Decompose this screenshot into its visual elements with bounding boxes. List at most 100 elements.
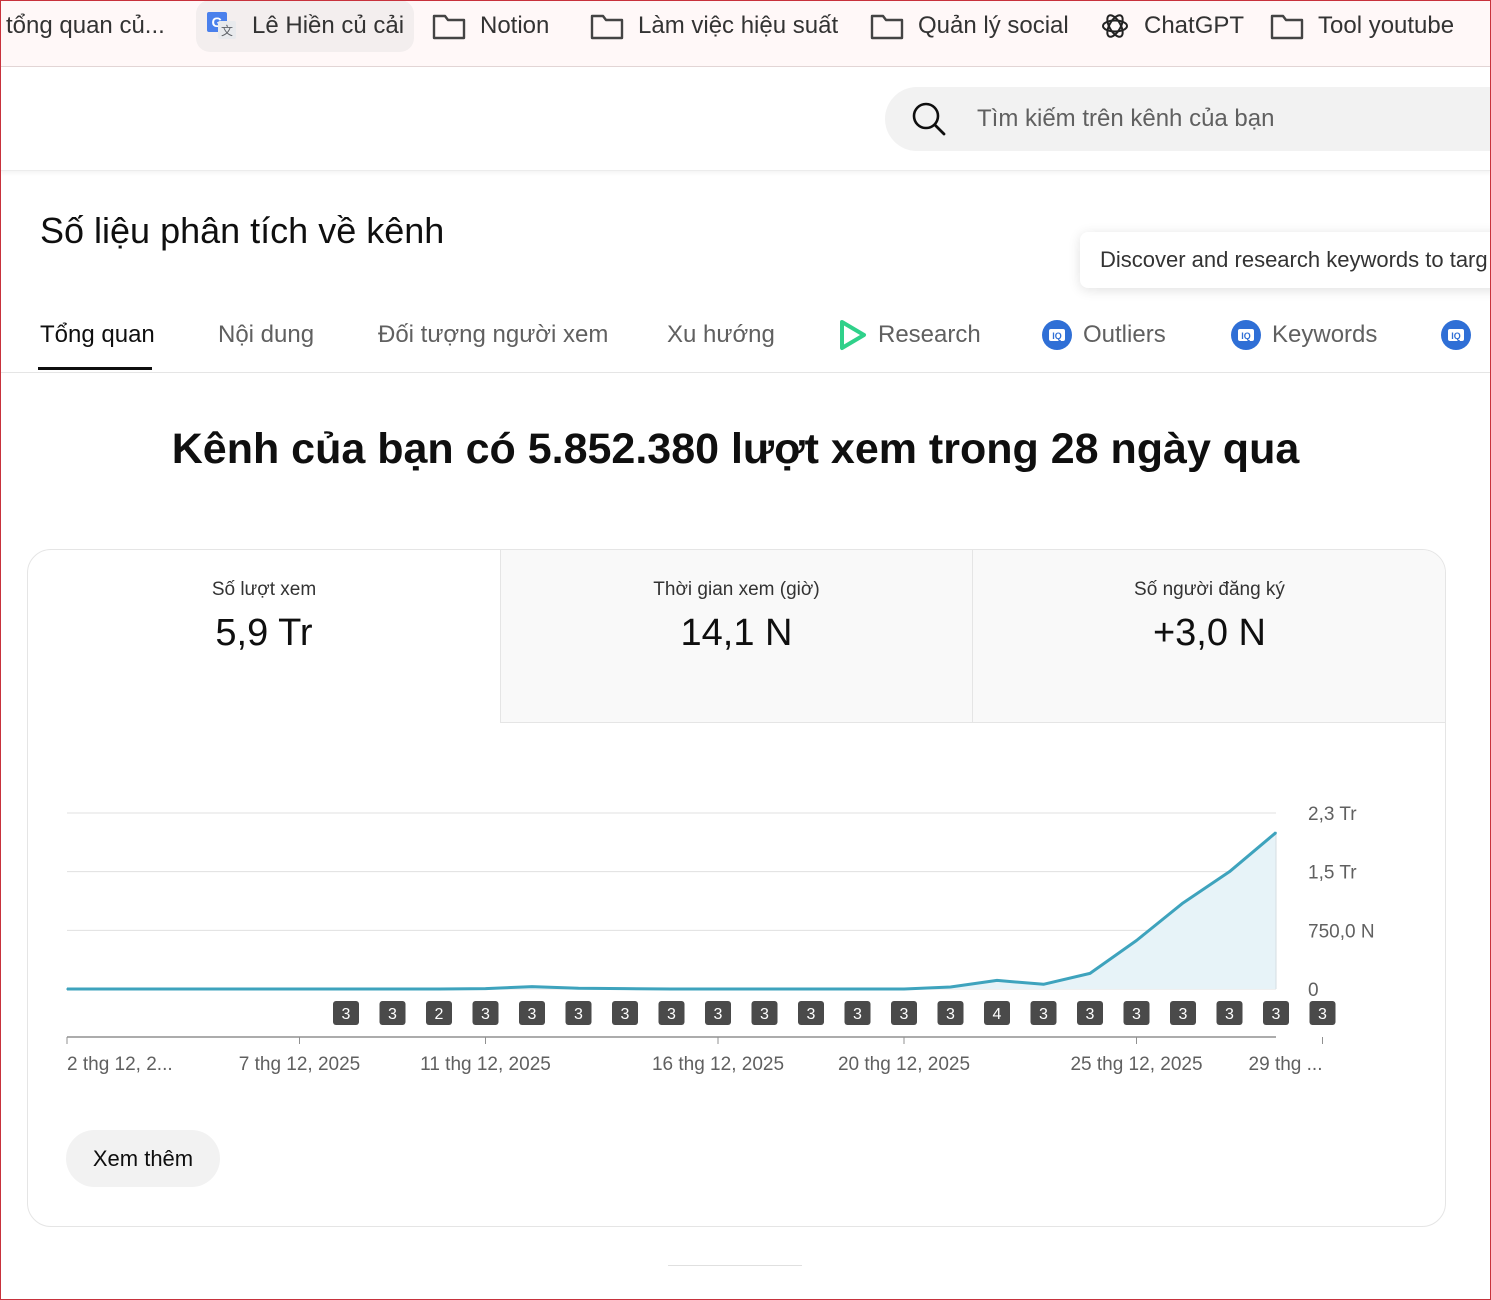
tab-label: Nội dung (218, 321, 315, 348)
x-tick-label: 16 thg 12, 2025 (652, 1054, 784, 1075)
folder-icon (590, 12, 624, 40)
bookmark-quan-ly-social[interactable]: Quản lý social (870, 0, 1069, 52)
data-point (763, 988, 766, 990)
bookmark-overview[interactable]: tổng quan củ... (6, 0, 165, 52)
tab-keywords[interactable]: IQ Keywords (1230, 300, 1377, 370)
svg-text:IQ: IQ (1241, 331, 1251, 341)
bookmark-notion[interactable]: Notion (432, 0, 549, 52)
bookmark-label: Làm việc hiệu suất (638, 12, 839, 39)
analytics-tabs: Tổng quan Nội dung Đối tượng người xem X… (0, 300, 1491, 373)
video-marker-count: 3 (900, 1006, 909, 1023)
x-tick-label: 7 thg 12, 2025 (239, 1054, 361, 1075)
data-point (112, 988, 115, 990)
data-point (345, 988, 347, 990)
bookmark-label: Quản lý social (918, 12, 1069, 39)
data-point (996, 979, 998, 982)
data-point (670, 988, 673, 990)
tab-outliers[interactable]: IQ Outliers (1041, 300, 1166, 370)
tab-label: Outliers (1083, 321, 1166, 348)
data-point (810, 988, 812, 990)
data-point (438, 988, 440, 990)
page-title: Số liệu phân tích về kênh (40, 210, 445, 251)
video-marker-count: 3 (807, 1006, 816, 1023)
data-point (531, 985, 533, 988)
video-marker-count: 3 (574, 1006, 583, 1023)
bookmark-label: Notion (480, 12, 550, 39)
channel-search[interactable] (885, 87, 1491, 151)
keyword-tooltip: Discover and research keywords to targ (1080, 232, 1491, 288)
overview-card: Số lượt xem 5,9 Tr Thời gian xem (giờ) 1… (27, 549, 1446, 1227)
bookmark-label: Tool youtube (1318, 12, 1455, 39)
bookmark-tool-youtube[interactable]: Tool youtube (1270, 0, 1454, 52)
vidiq-icon: IQ (1440, 319, 1472, 351)
video-marker-count: 3 (342, 1006, 351, 1023)
search-icon[interactable] (911, 101, 947, 137)
bookmarks-bar: tổng quan củ... G 文 Lê Hiền củ cải Notio… (0, 0, 1491, 67)
video-marker-count: 4 (993, 1006, 1002, 1023)
folder-icon (870, 12, 904, 40)
video-marker-count: 3 (1086, 1006, 1095, 1023)
tooltip-text: Discover and research keywords to targ (1100, 247, 1488, 272)
video-marker-count: 3 (946, 1006, 955, 1023)
active-tab-indicator (38, 367, 152, 370)
divider (668, 1265, 802, 1266)
area-fill (67, 832, 1276, 989)
tab-research[interactable]: Research (838, 300, 981, 370)
video-marker-count: 3 (481, 1006, 490, 1023)
video-marker-count: 3 (1132, 1006, 1141, 1023)
tab-label: Research (878, 321, 981, 348)
tab-label: Đối tượng người xem (378, 321, 609, 348)
play-icon (838, 319, 868, 351)
data-point (856, 988, 859, 990)
data-point (577, 987, 580, 990)
x-tick-label: 25 thg 12, 2025 (1070, 1054, 1202, 1075)
tab-overview[interactable]: Tổng quan (40, 300, 155, 370)
views-headline: Kênh của bạn có 5.852.380 lượt xem trong… (171, 425, 1300, 473)
data-point (252, 988, 254, 990)
data-point (1275, 831, 1277, 834)
video-marker-count: 3 (667, 1006, 676, 1023)
search-input[interactable] (975, 104, 1459, 134)
see-more-button[interactable]: Xem thêm (66, 1130, 220, 1187)
x-tick-label: 11 thg 12, 2025 (420, 1054, 551, 1075)
x-tick-label: 2 thg 12, 2... (67, 1054, 173, 1075)
data-point (949, 986, 952, 988)
bookmark-label: Lê Hiền củ cải (252, 12, 405, 39)
folder-icon (1270, 12, 1304, 40)
tab-audience[interactable]: Đối tượng người xem (378, 300, 608, 370)
folder-icon (432, 12, 466, 40)
video-marker-count: 2 (435, 1006, 444, 1023)
tab-label: Xu hướng (667, 321, 775, 348)
y-tick-label: 0 (1308, 980, 1319, 1001)
tab-more-vidiq[interactable]: IQ (1440, 300, 1482, 370)
video-marker-count: 3 (1039, 1006, 1048, 1023)
svg-text:IQ: IQ (1451, 331, 1461, 341)
video-marker-count: 3 (853, 1006, 862, 1023)
x-tick-label: 20 thg 12, 2025 (838, 1054, 970, 1075)
studio-header (0, 67, 1491, 171)
y-tick-label: 2,3 Tr (1308, 804, 1357, 825)
tab-content[interactable]: Nội dung (218, 300, 314, 370)
data-point (1228, 870, 1231, 873)
data-point (66, 988, 68, 990)
video-marker-count: 3 (1225, 1006, 1234, 1023)
data-point (624, 987, 626, 990)
data-point (1182, 902, 1184, 904)
bookmark-chatgpt[interactable]: ChatGPT (1100, 0, 1244, 52)
video-marker-count: 3 (621, 1006, 630, 1023)
bookmark-le-hien[interactable]: G 文 Lê Hiền củ cải (196, 0, 415, 52)
chatgpt-icon (1100, 11, 1130, 41)
data-point (484, 987, 487, 990)
y-tick-label: 750,0 N (1308, 921, 1375, 942)
video-marker-count: 3 (1272, 1006, 1281, 1023)
tab-label: Keywords (1272, 321, 1378, 348)
tab-trends[interactable]: Xu hướng (667, 300, 775, 370)
video-marker-count: 3 (714, 1006, 723, 1023)
data-point (1089, 972, 1091, 975)
bookmark-label: ChatGPT (1144, 12, 1245, 39)
data-point (1135, 939, 1138, 942)
vidiq-icon: IQ (1230, 319, 1262, 351)
video-marker-count: 3 (388, 1006, 397, 1023)
bookmark-label: tổng quan củ... (6, 12, 165, 39)
bookmark-lam-viec[interactable]: Làm việc hiệu suất (590, 0, 838, 52)
